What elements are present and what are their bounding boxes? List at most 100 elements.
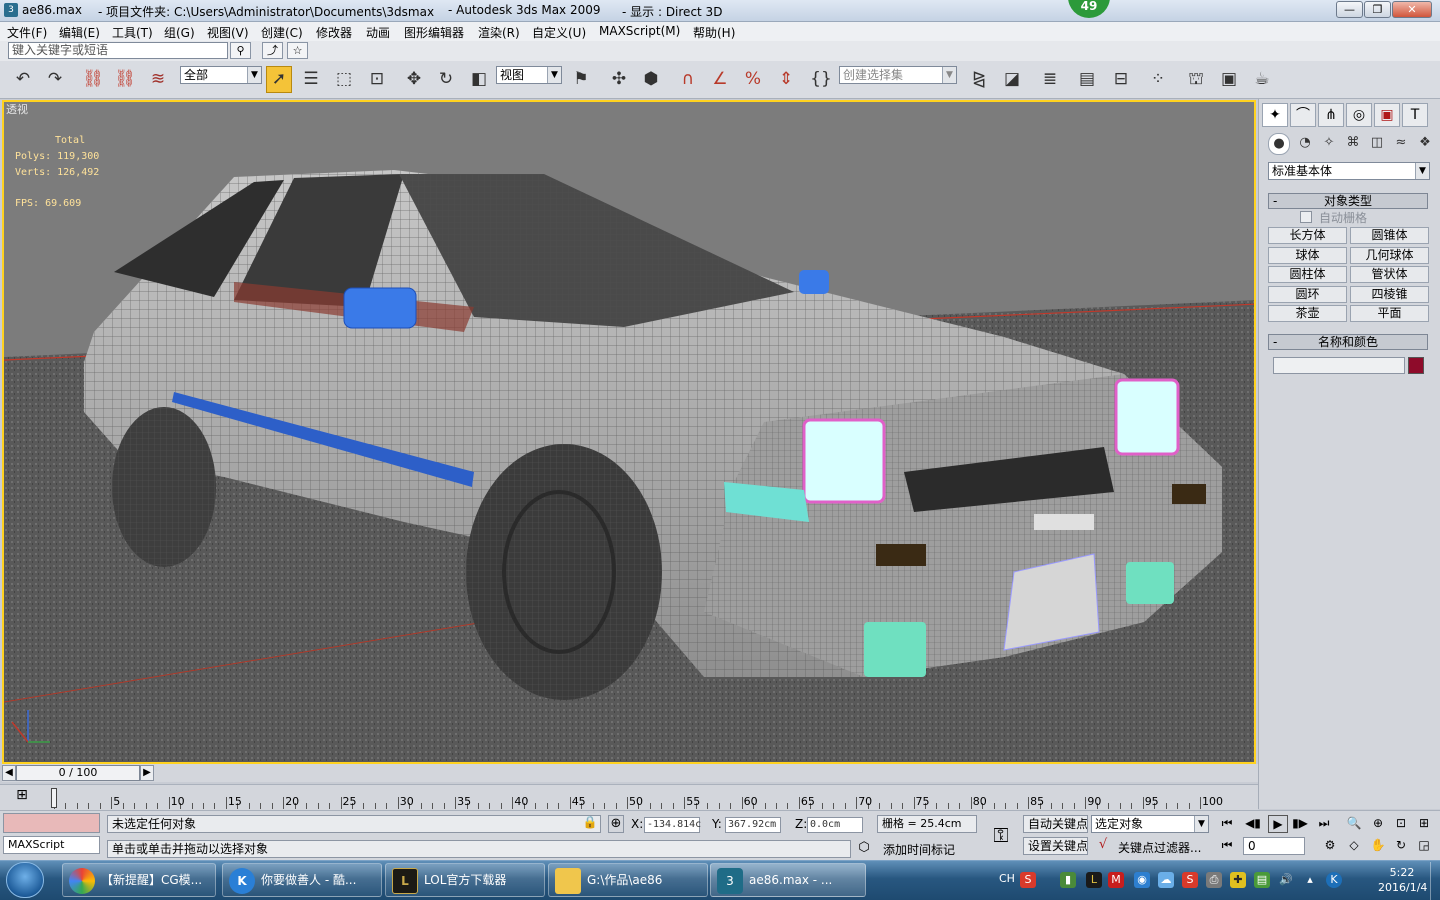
mini-curve-editor-icon[interactable]: ⊞	[10, 787, 34, 807]
security-tray-icon[interactable]: ◉	[1134, 872, 1150, 888]
menu-modifiers[interactable]: 修改器	[316, 24, 352, 41]
cylinder-button[interactable]: 圆柱体	[1268, 266, 1347, 283]
maxscript-listener-top[interactable]	[3, 813, 100, 833]
viewport-label[interactable]: 透视	[6, 101, 28, 117]
rendered-frame-window-icon[interactable]: ▣	[1216, 66, 1242, 93]
close-button[interactable]: ✕	[1392, 1, 1432, 18]
space-warps-icon[interactable]: ≈	[1390, 133, 1412, 155]
geosphere-button[interactable]: 几何球体	[1350, 247, 1429, 264]
play-icon[interactable]: ▶	[1268, 815, 1288, 833]
tube-button[interactable]: 管状体	[1350, 266, 1429, 283]
named-selection-dropdown[interactable]: 创建选择集 ▼	[839, 66, 957, 84]
lights-icon[interactable]: ✧	[1318, 133, 1340, 155]
favorites-star-icon[interactable]: ☆	[287, 42, 308, 59]
go-to-end-icon[interactable]: ⏭	[1314, 815, 1334, 833]
lol-tray-icon[interactable]: L	[1086, 872, 1102, 888]
schematic-view-icon[interactable]: ⊟	[1108, 66, 1134, 93]
menu-file[interactable]: 文件(F)	[7, 24, 47, 41]
menu-edit[interactable]: 编辑(E)	[59, 24, 100, 41]
layer-manager-icon[interactable]: ≣	[1037, 66, 1063, 93]
display-tab-icon[interactable]: ▣	[1374, 103, 1400, 127]
menu-group[interactable]: 组(G)	[164, 24, 195, 41]
redo-icon[interactable]: ↷	[42, 66, 68, 93]
object-name-input[interactable]	[1273, 357, 1405, 374]
modify-tab-icon[interactable]: ⌒	[1290, 103, 1316, 127]
clock[interactable]: 5:22 2016/1/4	[1378, 865, 1427, 895]
orbit-icon[interactable]: ↻	[1391, 837, 1411, 855]
printer-tray-icon[interactable]: ⎙	[1206, 872, 1222, 888]
shapes-icon[interactable]: ◔	[1294, 133, 1316, 155]
qq-tray-icon[interactable]: ✚	[1230, 872, 1246, 888]
align-icon[interactable]: ◪	[999, 66, 1025, 93]
menu-create[interactable]: 创建(C)	[261, 24, 303, 41]
go-to-start-icon[interactable]: ⏮	[1217, 815, 1237, 833]
systems-icon[interactable]: ❖	[1414, 133, 1436, 155]
cameras-icon[interactable]: ⌘	[1342, 133, 1364, 155]
utilities-tab-icon[interactable]: T	[1402, 103, 1428, 127]
absolute-transform-icon[interactable]: ⊕	[608, 815, 624, 833]
network-tray-icon[interactable]: ▤	[1254, 872, 1270, 888]
sphere-button[interactable]: 球体	[1268, 247, 1347, 264]
unlink-selection-icon[interactable]: ⛓	[112, 66, 138, 93]
sogou-ime-icon[interactable]: S	[1020, 872, 1036, 888]
auto-key-button[interactable]: 自动关键点	[1023, 815, 1088, 833]
zoom-extents-all-icon[interactable]: ⊞	[1414, 815, 1434, 833]
taskbar-item-folder[interactable]: G:\作品\ae86	[548, 863, 708, 897]
menu-rendering[interactable]: 渲染(R)	[478, 24, 520, 41]
zoom-all-icon[interactable]: ⊕	[1368, 815, 1388, 833]
selection-filter-dropdown[interactable]: 全部 ▼	[180, 66, 262, 84]
plane-button[interactable]: 平面	[1350, 305, 1429, 322]
menu-tools[interactable]: 工具(T)	[112, 24, 153, 41]
autogrid-checkbox[interactable]	[1300, 211, 1312, 223]
helpers-icon[interactable]: ◫	[1366, 133, 1388, 155]
select-and-scale-icon[interactable]: ◧	[466, 66, 492, 93]
zoom-extents-icon[interactable]: ⊡	[1391, 815, 1411, 833]
communication-center-icon[interactable]: ⤴	[262, 42, 283, 59]
minimize-button[interactable]: —	[1336, 1, 1363, 18]
percent-snap-icon[interactable]: %	[740, 66, 766, 93]
teapot-button[interactable]: 茶壶	[1268, 305, 1347, 322]
snaps-toggle-icon[interactable]: ∩	[675, 66, 701, 93]
time-configuration-icon[interactable]: ⚙	[1320, 837, 1340, 855]
pyramid-button[interactable]: 四棱锥	[1350, 286, 1429, 303]
office-tray-icon[interactable]: M	[1108, 872, 1124, 888]
volume-tray-icon[interactable]: 🔊	[1278, 872, 1294, 888]
curve-editor-icon[interactable]: ▤	[1074, 66, 1100, 93]
taskbar-item-3dsmax[interactable]: 3 ae86.max - ...	[710, 863, 866, 897]
next-frame-arrow-icon[interactable]: ▶	[140, 765, 154, 781]
keyboard-shortcut-override-icon[interactable]: ⬢	[638, 66, 664, 93]
next-frame-icon[interactable]: ▮▶	[1290, 815, 1310, 833]
taskbar-item-music[interactable]: K 你要做善人 - 酷...	[222, 863, 382, 897]
app-icon[interactable]: 3	[4, 3, 18, 17]
z-coordinate-field[interactable]: 0.0cm	[807, 817, 863, 833]
material-editor-icon[interactable]: ⁘	[1145, 66, 1171, 93]
select-and-move-icon[interactable]: ✥	[401, 66, 427, 93]
cone-button[interactable]: 圆锥体	[1350, 227, 1429, 244]
lock-icon[interactable]: 🔒	[582, 815, 598, 833]
menu-maxscript[interactable]: MAXScript(M)	[599, 24, 680, 38]
zoom-icon[interactable]: 🔍	[1344, 815, 1364, 833]
key-filters-button[interactable]: 关键点过滤器...	[1118, 839, 1201, 856]
time-tag-icon[interactable]: ⬡	[855, 840, 873, 858]
previous-frame-icon[interactable]: ◀▮	[1243, 815, 1263, 833]
angle-snap-icon[interactable]: ∠	[707, 66, 733, 93]
prev-frame-arrow-icon[interactable]: ◀	[2, 765, 16, 781]
edit-named-selection-icon[interactable]: {}	[808, 66, 834, 93]
perspective-viewport[interactable]	[2, 100, 1256, 764]
pan-hand-icon[interactable]: ✋	[1368, 837, 1388, 855]
menu-views[interactable]: 视图(V)	[207, 24, 249, 41]
language-indicator[interactable]: CH	[999, 872, 1015, 885]
menu-animation[interactable]: 动画	[366, 24, 390, 41]
geometry-icon[interactable]: ●	[1268, 133, 1290, 155]
key-selection-dropdown[interactable]: 选定对象 ▼	[1091, 815, 1209, 833]
undo-icon[interactable]: ↶	[10, 66, 36, 93]
key-tangent-icon[interactable]: √	[1094, 837, 1112, 855]
start-button[interactable]	[6, 862, 44, 898]
y-coordinate-field[interactable]: 367.92cm	[725, 817, 781, 833]
reference-coordinate-dropdown[interactable]: 视图 ▼	[496, 66, 562, 84]
use-pivot-center-icon[interactable]: ⚑	[568, 66, 594, 93]
show-hidden-icons-icon[interactable]: ▴	[1302, 872, 1318, 888]
rectangular-selection-icon[interactable]: ⬚	[331, 66, 357, 93]
taskbar-item-browser[interactable]: 【新提醒】CG模...	[62, 863, 216, 897]
key-mode-icon[interactable]: ⏮	[1217, 837, 1237, 855]
